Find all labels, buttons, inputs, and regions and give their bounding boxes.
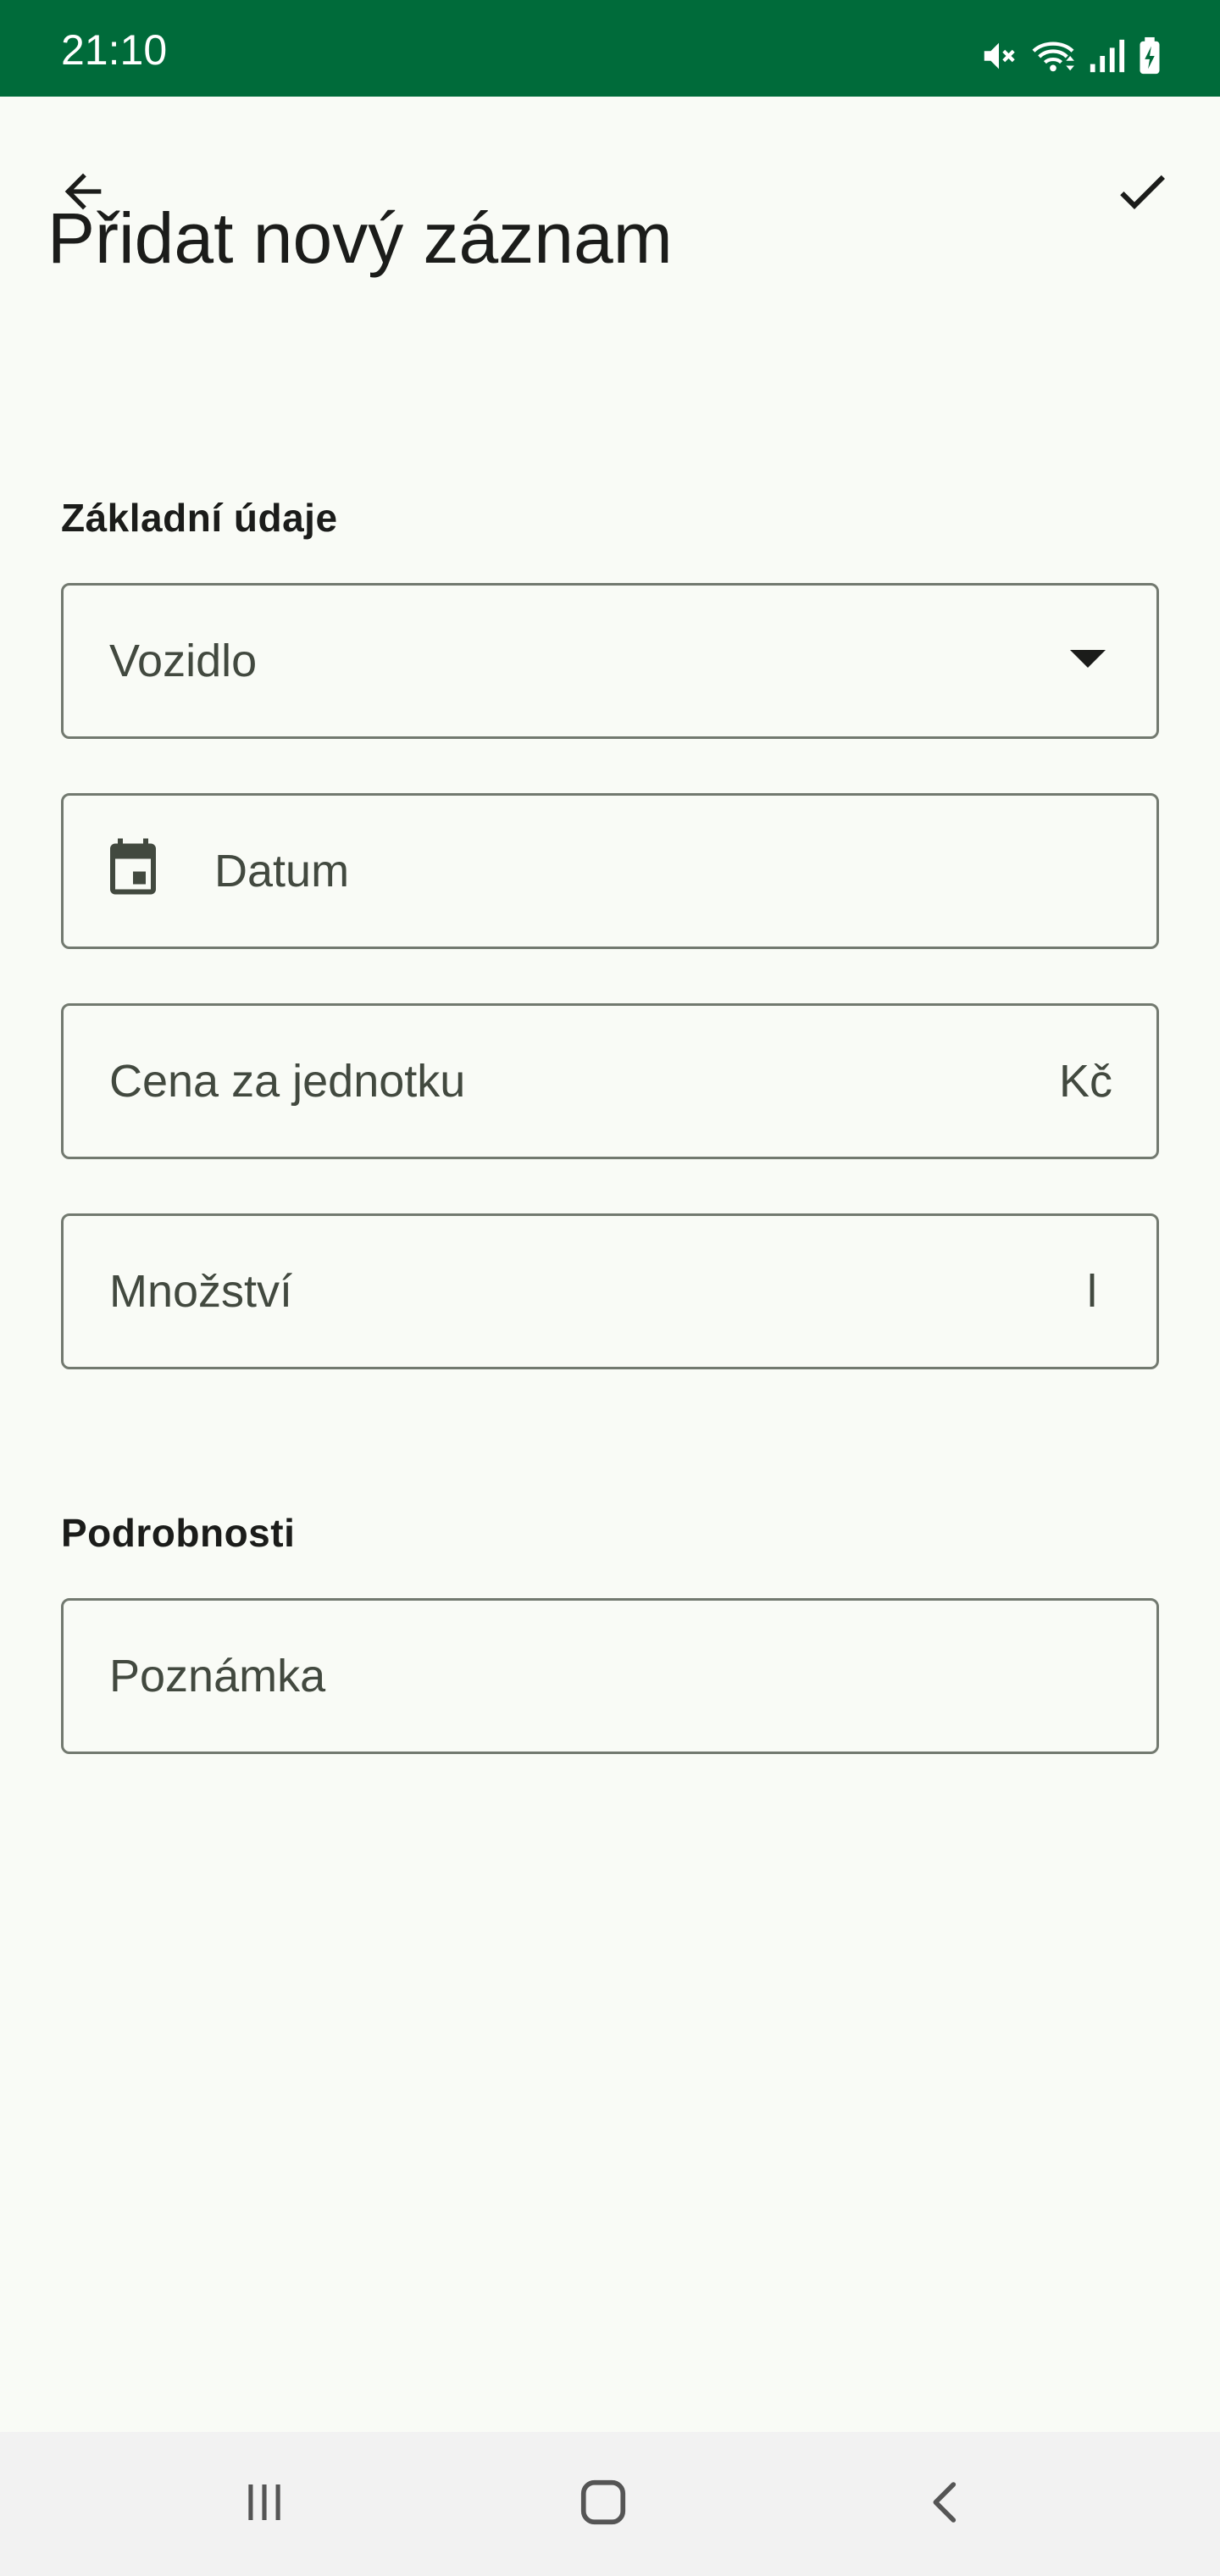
dropdown-arrow-icon (1070, 650, 1106, 673)
recent-apps-button[interactable] (205, 2457, 324, 2551)
status-icons (979, 34, 1162, 78)
calendar-icon (103, 836, 164, 907)
system-back-button[interactable] (886, 2457, 1005, 2551)
status-time: 21:10 (61, 26, 168, 74)
note-field[interactable]: Poznámka (61, 1598, 1159, 1754)
system-nav-bar (0, 2432, 1220, 2576)
status-bar: 21:10 (0, 0, 1220, 97)
date-placeholder: Datum (214, 846, 350, 897)
currency-suffix: Kč (1058, 1056, 1112, 1107)
save-button[interactable] (1095, 146, 1190, 241)
signal-icon (1088, 36, 1125, 75)
quantity-field[interactable]: Množství l (61, 1213, 1159, 1369)
battery-charging-icon (1137, 36, 1162, 75)
unit-price-placeholder: Cena za jednotku (109, 1056, 466, 1107)
back-nav-icon (922, 2476, 969, 2533)
unit-suffix: l (1087, 1266, 1097, 1317)
note-placeholder: Poznámka (109, 1651, 326, 1702)
section-label-basic: Základní údaje (61, 496, 338, 540)
quantity-placeholder: Množství (109, 1266, 293, 1317)
home-icon (577, 2476, 629, 2533)
vehicle-dropdown[interactable]: Vozidlo (61, 583, 1159, 739)
section-label-details: Podrobnosti (61, 1511, 296, 1555)
unit-price-field[interactable]: Cena za jednotku Kč (61, 1003, 1159, 1159)
date-field[interactable]: Datum (61, 793, 1159, 949)
vehicle-placeholder: Vozidlo (109, 636, 258, 686)
wifi-icon (1030, 36, 1076, 75)
mute-icon (979, 36, 1018, 75)
page-title: Přidat nový záznam (47, 198, 673, 278)
home-button[interactable] (544, 2457, 663, 2551)
check-icon (1112, 161, 1173, 226)
recent-apps-icon (241, 2479, 288, 2530)
